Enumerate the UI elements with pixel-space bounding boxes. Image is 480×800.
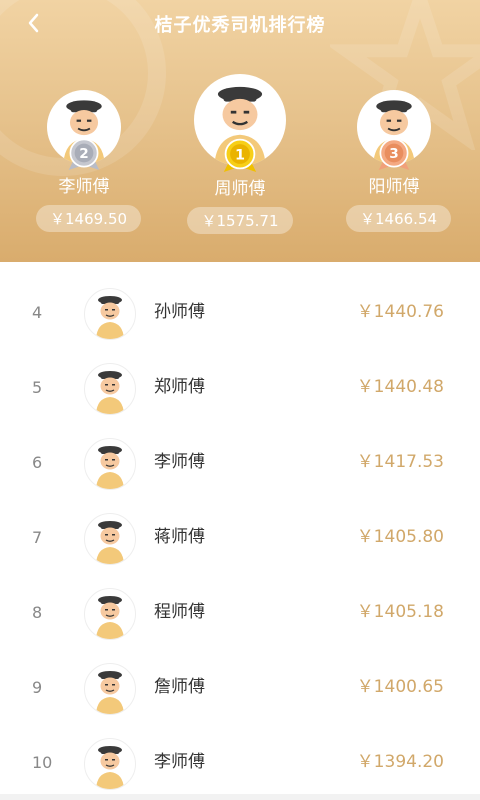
list-item[interactable]: 9 詹师傅 ￥1400.65	[0, 650, 480, 725]
gold-medal-icon: 1	[223, 138, 257, 172]
list-item[interactable]: 6 李师傅 ￥1417.53	[0, 425, 480, 500]
list-item[interactable]: 8 程师傅 ￥1405.18	[0, 575, 480, 650]
rank-number: 8	[32, 603, 43, 622]
driver-amount: ￥1440.76	[356, 302, 444, 322]
avatar	[84, 438, 136, 490]
rank-number: 9	[32, 678, 43, 697]
driver-name: 阳师傅	[368, 177, 420, 197]
svg-text:2: 2	[79, 146, 88, 162]
driver-name: 蒋师傅	[154, 527, 205, 547]
avatar	[84, 513, 136, 565]
driver-name: 周师傅	[214, 179, 266, 199]
rank-number: 6	[32, 453, 43, 472]
driver-name: 李师傅	[154, 752, 205, 772]
bronze-medal-icon: 3	[378, 138, 410, 170]
driver-amount: ￥1394.20	[356, 752, 444, 772]
driver-avatar-icon	[96, 296, 124, 339]
driver-amount: ￥1405.80	[356, 527, 444, 547]
rank-number: 5	[32, 378, 43, 397]
driver-amount: ￥1405.18	[356, 602, 444, 622]
podium-second[interactable]: 2 李师傅 ￥1469.50	[36, 90, 142, 232]
rank-number: 4	[32, 303, 43, 322]
driver-name: 郑师傅	[154, 377, 205, 397]
driver-amount: ￥1466.54	[346, 205, 452, 232]
bottom-divider	[0, 794, 480, 800]
rank-number: 10	[32, 753, 53, 772]
podium-third[interactable]: 3 阳师傅 ￥1466.54	[346, 90, 452, 232]
ranking-header: 桔子优秀司机排行榜 2 李师傅 ￥1469.50 1 周师傅 ￥1575.71 …	[0, 0, 480, 262]
page-title: 桔子优秀司机排行榜	[154, 15, 326, 36]
svg-text:3: 3	[389, 146, 398, 162]
driver-avatar-icon	[96, 596, 124, 639]
driver-name: 詹师傅	[154, 677, 205, 697]
svg-text:1: 1	[235, 147, 245, 163]
driver-amount: ￥1400.65	[356, 677, 444, 697]
avatar	[84, 738, 136, 790]
list-item[interactable]: 5 郑师傅 ￥1440.48	[0, 350, 480, 425]
driver-name: 程师傅	[154, 602, 205, 622]
avatar	[84, 363, 136, 415]
driver-amount: ￥1469.50	[36, 205, 142, 232]
driver-avatar-icon	[96, 746, 124, 789]
driver-name: 李师傅	[58, 177, 110, 197]
avatar	[84, 288, 136, 340]
list-item[interactable]: 10 李师傅 ￥1394.20	[0, 725, 480, 800]
list-item[interactable]: 7 蒋师傅 ￥1405.80	[0, 500, 480, 575]
driver-amount: ￥1575.71	[187, 207, 293, 234]
driver-avatar-icon	[96, 371, 124, 414]
silver-medal-icon: 2	[68, 138, 100, 170]
list-item[interactable]: 4 孙师傅 ￥1440.76	[0, 275, 480, 350]
avatar	[84, 588, 136, 640]
driver-amount: ￥1440.48	[356, 377, 444, 397]
driver-name: 李师傅	[154, 452, 205, 472]
driver-name: 孙师傅	[154, 302, 205, 322]
driver-avatar-icon	[96, 521, 124, 564]
driver-avatar-icon	[96, 671, 124, 714]
driver-avatar-icon	[96, 446, 124, 489]
driver-amount: ￥1417.53	[356, 452, 444, 472]
rank-number: 7	[32, 528, 43, 547]
podium-first[interactable]: 1 周师傅 ￥1575.71	[182, 74, 298, 234]
avatar	[84, 663, 136, 715]
